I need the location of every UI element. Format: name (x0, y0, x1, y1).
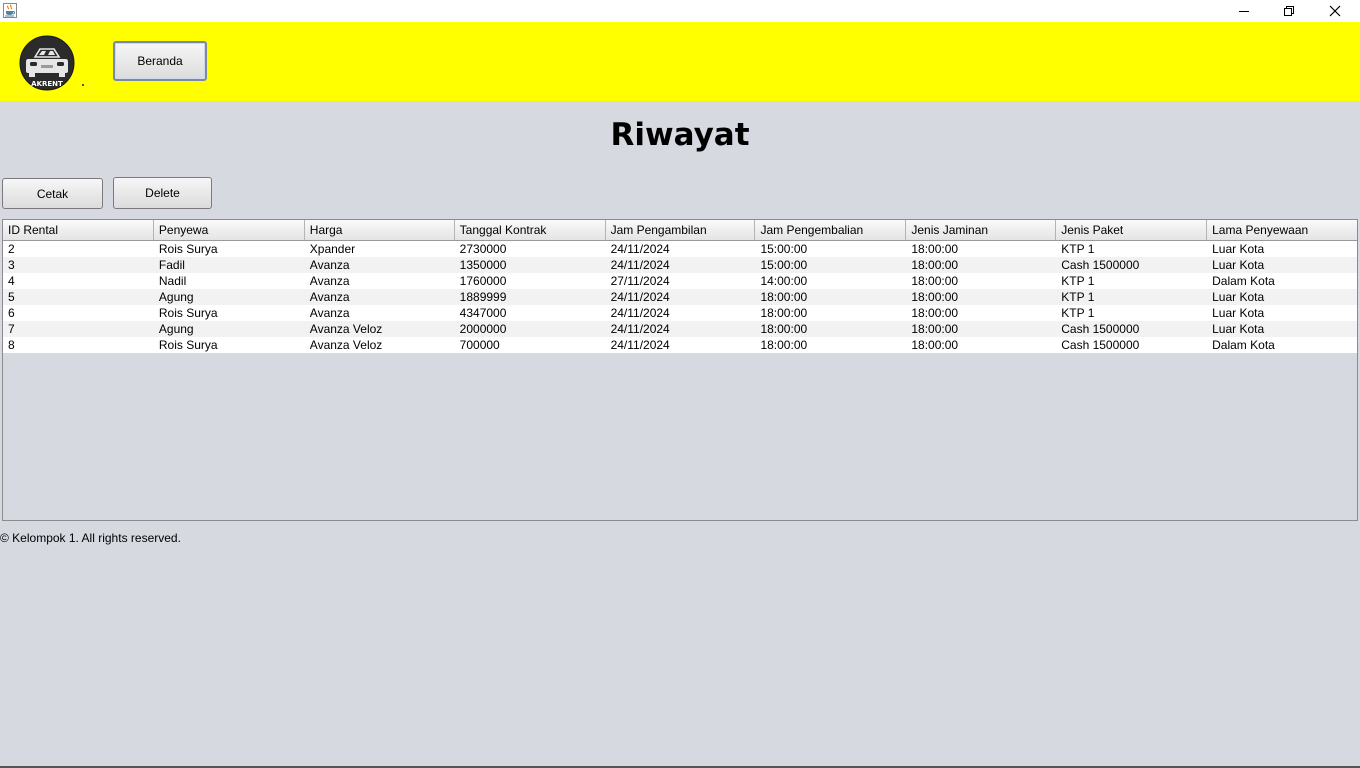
column-header-jam-pengambilan[interactable]: Jam Pengambilan (606, 220, 756, 240)
table-cell: Luar Kota (1212, 258, 1265, 272)
beranda-button[interactable]: Beranda (113, 41, 207, 81)
table-row[interactable]: 4 Nadil Avanza 1760000 27/11/2024 14:00:… (3, 273, 1357, 289)
window-title-bar (0, 0, 1360, 22)
akrent-logo: AKRENT (19, 35, 75, 91)
table-cell: 1889999 (459, 290, 507, 304)
column-header-lama-penyewaan[interactable]: Lama Penyewaan (1207, 220, 1357, 240)
column-header-harga[interactable]: Harga (305, 220, 455, 240)
table-cell: Avanza (309, 290, 350, 304)
table-cell: Xpander (309, 242, 356, 256)
table-cell: 6 (8, 306, 15, 320)
column-header-penyewa[interactable]: Penyewa (154, 220, 305, 240)
table-cell: 2730000 (459, 242, 507, 256)
table-cell: 24/11/2024 (610, 242, 670, 256)
table-row[interactable]: 6 Rois Surya Avanza 4347000 24/11/2024 1… (3, 305, 1357, 321)
table-cell: 24/11/2024 (610, 290, 670, 304)
table-cell: 18:00:00 (911, 274, 959, 288)
table-row[interactable]: 7 Agung Avanza Veloz 2000000 24/11/2024 … (3, 321, 1357, 337)
restore-button[interactable] (1266, 0, 1312, 22)
table-cell: 4347000 (459, 306, 507, 320)
table-header: ID Rental Penyewa Harga Tanggal Kontrak … (3, 220, 1357, 241)
riwayat-table[interactable]: ID Rental Penyewa Harga Tanggal Kontrak … (2, 219, 1358, 521)
column-header-jenis-paket[interactable]: Jenis Paket (1056, 220, 1208, 240)
table-row[interactable]: 8 Rois Surya Avanza Veloz 700000 24/11/2… (3, 337, 1357, 353)
table-cell: 24/11/2024 (610, 306, 670, 320)
table-cell: Rois Surya (158, 242, 218, 256)
table-cell: 3 (8, 258, 15, 272)
column-header-tanggal-kontrak[interactable]: Tanggal Kontrak (455, 220, 606, 240)
table-cell: 18:00:00 (760, 306, 808, 320)
table-cell: Avanza (309, 274, 350, 288)
table-cell: 18:00:00 (911, 338, 959, 352)
table-cell: 18:00:00 (911, 322, 959, 336)
table-cell: Cash 1500000 (1061, 338, 1140, 352)
table-cell: Cash 1500000 (1061, 258, 1140, 272)
table-cell: KTP 1 (1061, 290, 1095, 304)
table-cell: Luar Kota (1212, 306, 1265, 320)
table-cell: 18:00:00 (911, 242, 959, 256)
table-cell: Dalam Kota (1212, 338, 1275, 352)
table-cell: 18:00:00 (760, 322, 808, 336)
table-cell: Luar Kota (1212, 242, 1265, 256)
table-cell: 2 (8, 242, 15, 256)
delete-button[interactable]: Delete (113, 177, 212, 209)
table-cell: 18:00:00 (911, 306, 959, 320)
table-cell: 7 (8, 322, 15, 336)
page-title: Riwayat (610, 117, 750, 153)
table-cell: Avanza Veloz (309, 338, 383, 352)
table-cell: Nadil (158, 274, 187, 288)
table-cell: KTP 1 (1061, 242, 1095, 256)
table-cell: 15:00:00 (760, 242, 808, 256)
table-cell: Cash 1500000 (1061, 322, 1140, 336)
table-cell: Fadil (158, 258, 185, 272)
table-cell: 5 (8, 290, 15, 304)
table-cell: Agung (158, 322, 194, 336)
table-cell: Rois Surya (158, 338, 218, 352)
column-header-jenis-jaminan[interactable]: Jenis Jaminan (906, 220, 1057, 240)
table-cell: KTP 1 (1061, 306, 1095, 320)
table-cell: 1350000 (459, 258, 507, 272)
table-cell: Avanza (309, 258, 350, 272)
java-cup-icon[interactable] (3, 3, 17, 18)
restore-icon (1284, 6, 1294, 16)
column-header-id-rental[interactable]: ID Rental (3, 220, 154, 240)
minimize-button[interactable] (1221, 0, 1267, 22)
table-cell: Dalam Kota (1212, 274, 1275, 288)
cetak-button[interactable]: Cetak (2, 178, 103, 209)
table-cell: 24/11/2024 (610, 258, 670, 272)
header-bar: AKRENT Beranda (0, 22, 1360, 101)
table-cell: Agung (158, 290, 194, 304)
table-cell: Luar Kota (1212, 290, 1265, 304)
table-cell: 1760000 (459, 274, 507, 288)
column-header-jam-pengembalian[interactable]: Jam Pengembalian (755, 220, 907, 240)
minimize-icon (1239, 11, 1249, 12)
table-cell: Luar Kota (1212, 322, 1265, 336)
table-cell: 8 (8, 338, 15, 352)
table-cell: KTP 1 (1061, 274, 1095, 288)
table-cell: 18:00:00 (911, 290, 959, 304)
table-cell: 27/11/2024 (610, 274, 670, 288)
table-cell: Rois Surya (158, 306, 218, 320)
table-cell: 24/11/2024 (610, 338, 670, 352)
table-cell: 2000000 (459, 322, 507, 336)
table-row[interactable]: 3 Fadil Avanza 1350000 24/11/2024 15:00:… (3, 257, 1357, 273)
table-row[interactable]: 5 Agung Avanza 1889999 24/11/2024 18:00:… (3, 289, 1357, 305)
close-icon (1329, 5, 1341, 17)
footer-copyright: © Kelompok 1. All rights reserved. (0, 531, 181, 545)
table-cell: 18:00:00 (911, 258, 959, 272)
table-cell: Avanza Veloz (309, 322, 383, 336)
table-cell: 4 (8, 274, 15, 288)
table-body: 2 Rois Surya Xpander 2730000 24/11/2024 … (3, 241, 1357, 353)
table-cell: 15:00:00 (760, 258, 808, 272)
table-cell: 24/11/2024 (610, 322, 670, 336)
logo-dot (82, 84, 84, 86)
table-cell: 14:00:00 (760, 274, 808, 288)
table-cell: 18:00:00 (760, 338, 808, 352)
table-cell: 18:00:00 (760, 290, 808, 304)
table-cell: Avanza (309, 306, 350, 320)
table-row[interactable]: 2 Rois Surya Xpander 2730000 24/11/2024 … (3, 241, 1357, 257)
close-button[interactable] (1312, 0, 1358, 22)
logo-text: AKRENT (31, 80, 63, 88)
table-cell: 700000 (459, 338, 500, 352)
